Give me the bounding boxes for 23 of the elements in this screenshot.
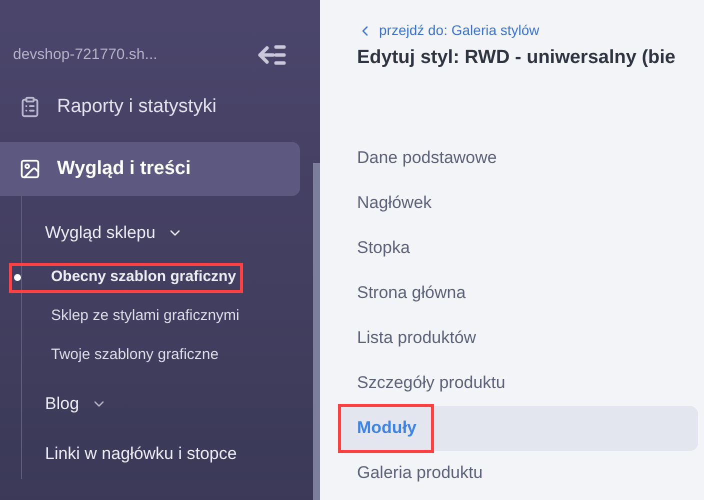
menu-tab[interactable]: Strona główna [338, 270, 698, 316]
image-icon [19, 158, 41, 180]
menu-tab[interactable]: Lista produktów [338, 316, 698, 360]
menu-tab[interactable]: Stopka [338, 226, 698, 270]
back-link[interactable]: przejdź do: Galeria stylów [357, 20, 540, 41]
page-title: Edytuj styl: RWD - uniwersalny (bie [356, 46, 676, 70]
menu-tab[interactable]: Nagłówek [338, 180, 698, 226]
collapse-menu-icon[interactable] [257, 43, 287, 67]
menu-tab[interactable]: Dane podstawowe [338, 136, 698, 180]
nav-link[interactable]: Twoje szablony graficzne [9, 340, 226, 370]
nav-item[interactable]: Wygląd i treści [0, 142, 300, 196]
nav-subitem[interactable]: Linki w nagłówku i stopce [22, 429, 313, 479]
menu-tab[interactable]: Galeria produktu [338, 450, 698, 496]
nav-subitem[interactable]: Blog [22, 379, 313, 429]
scrollbar[interactable] [313, 163, 320, 500]
nav-subitem[interactable]: Wygląd sklepu [22, 208, 313, 258]
clipboard-icon [19, 96, 41, 118]
menu-tab[interactable]: Moduły [338, 406, 698, 450]
nav-link[interactable]: Sklep ze stylami graficznymi [9, 302, 246, 332]
menu-tab[interactable]: Szczegóły produktu [338, 360, 698, 406]
shop-name: devshop-721770.sh... [13, 44, 158, 65]
nav-link[interactable]: Obecny szablon graficzny [9, 262, 244, 292]
nav-item[interactable]: Raporty i statystyki [0, 80, 300, 134]
